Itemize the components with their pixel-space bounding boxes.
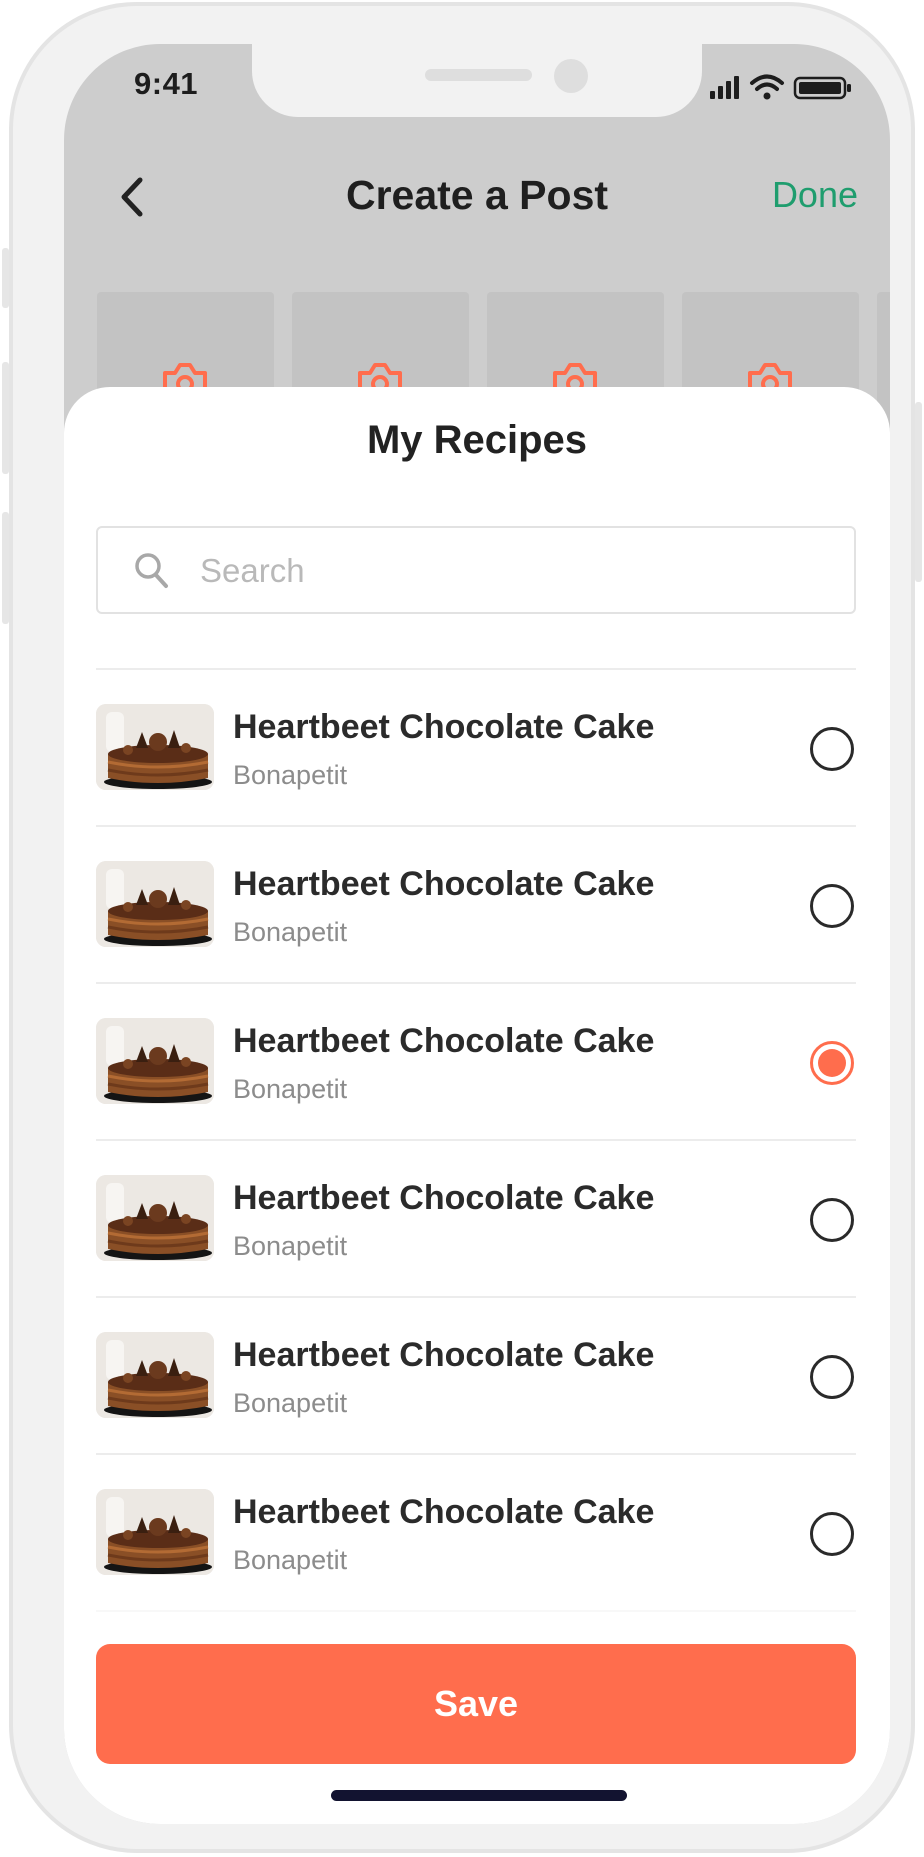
recipe-thumbnail	[96, 861, 214, 947]
volume-up-button	[2, 362, 9, 474]
notch	[252, 44, 702, 117]
recipe-source: Bonapetit	[233, 1074, 348, 1104]
sheet-title: My Recipes	[366, 418, 588, 462]
recipe-thumbnail	[96, 704, 214, 790]
recipe-thumbnail	[96, 1175, 214, 1261]
volume-down-button	[2, 512, 9, 624]
recipe-row[interactable]: Heartbeet Chocolate Cake Bonapetit	[96, 982, 856, 1139]
mute-switch	[2, 248, 9, 308]
recipe-source: Bonapetit	[233, 1231, 348, 1261]
signal-icon	[710, 76, 739, 99]
phone-frame: 9:41 Create a Post Done My Recipes Searc…	[9, 2, 915, 1853]
recipe-row[interactable]: Heartbeet Chocolate Cake Bonapetit	[96, 1453, 856, 1610]
recipe-row[interactable]: Heartbeet Chocolate Cake Bonapetit	[96, 1296, 856, 1453]
recipe-source: Bonapetit	[233, 1545, 348, 1575]
recipe-thumbnail	[96, 1489, 214, 1575]
radio-button[interactable]	[810, 1041, 854, 1085]
recipe-row[interactable]: Heartbeet Chocolate Cake Bonapetit	[96, 825, 856, 982]
recipes-sheet: My Recipes Search Heartbeet Chocolate Ca…	[64, 387, 890, 1824]
battery-icon	[793, 76, 851, 100]
home-indicator	[331, 1790, 627, 1801]
recipe-thumbnail	[96, 1018, 214, 1104]
search-box[interactable]	[96, 526, 856, 614]
recipe-row[interactable]: Heartbeet Chocolate Cake Bonapetit	[96, 1139, 856, 1296]
radio-button[interactable]	[810, 1198, 854, 1242]
power-button	[915, 402, 922, 582]
recipe-source: Bonapetit	[233, 917, 348, 947]
recipe-title: Heartbeet Chocolate Cake	[233, 1179, 655, 1217]
recipe-title: Heartbeet Chocolate Cake	[233, 1493, 655, 1531]
speaker	[425, 69, 532, 81]
save-button[interactable]: Save	[96, 1644, 856, 1764]
done-button[interactable]: Done	[772, 174, 858, 216]
page-title: Create a Post	[345, 172, 609, 218]
recipe-title: Heartbeet Chocolate Cake	[233, 865, 655, 903]
recipe-list: Heartbeet Chocolate Cake Bonapetit Heart…	[96, 668, 856, 1767]
recipe-title: Heartbeet Chocolate Cake	[233, 1336, 655, 1374]
radio-button[interactable]	[810, 727, 854, 771]
radio-button[interactable]	[810, 884, 854, 928]
status-icons	[710, 74, 851, 100]
status-time: 9:41	[134, 66, 199, 101]
recipe-source: Bonapetit	[233, 760, 348, 790]
camera	[554, 59, 588, 93]
radio-button[interactable]	[810, 1355, 854, 1399]
search-icon	[135, 553, 168, 588]
recipe-source: Bonapetit	[233, 1388, 348, 1418]
recipe-title: Heartbeet Chocolate Cake	[233, 708, 655, 746]
radio-button[interactable]	[810, 1512, 854, 1556]
recipe-thumbnail	[96, 1332, 214, 1418]
recipe-row[interactable]: Heartbeet Chocolate Cake Bonapetit	[96, 668, 856, 825]
screen: 9:41 Create a Post Done My Recipes Searc…	[64, 44, 890, 1824]
search-input[interactable]	[198, 542, 822, 600]
wifi-icon	[750, 74, 784, 91]
recipe-title: Heartbeet Chocolate Cake	[233, 1022, 655, 1060]
